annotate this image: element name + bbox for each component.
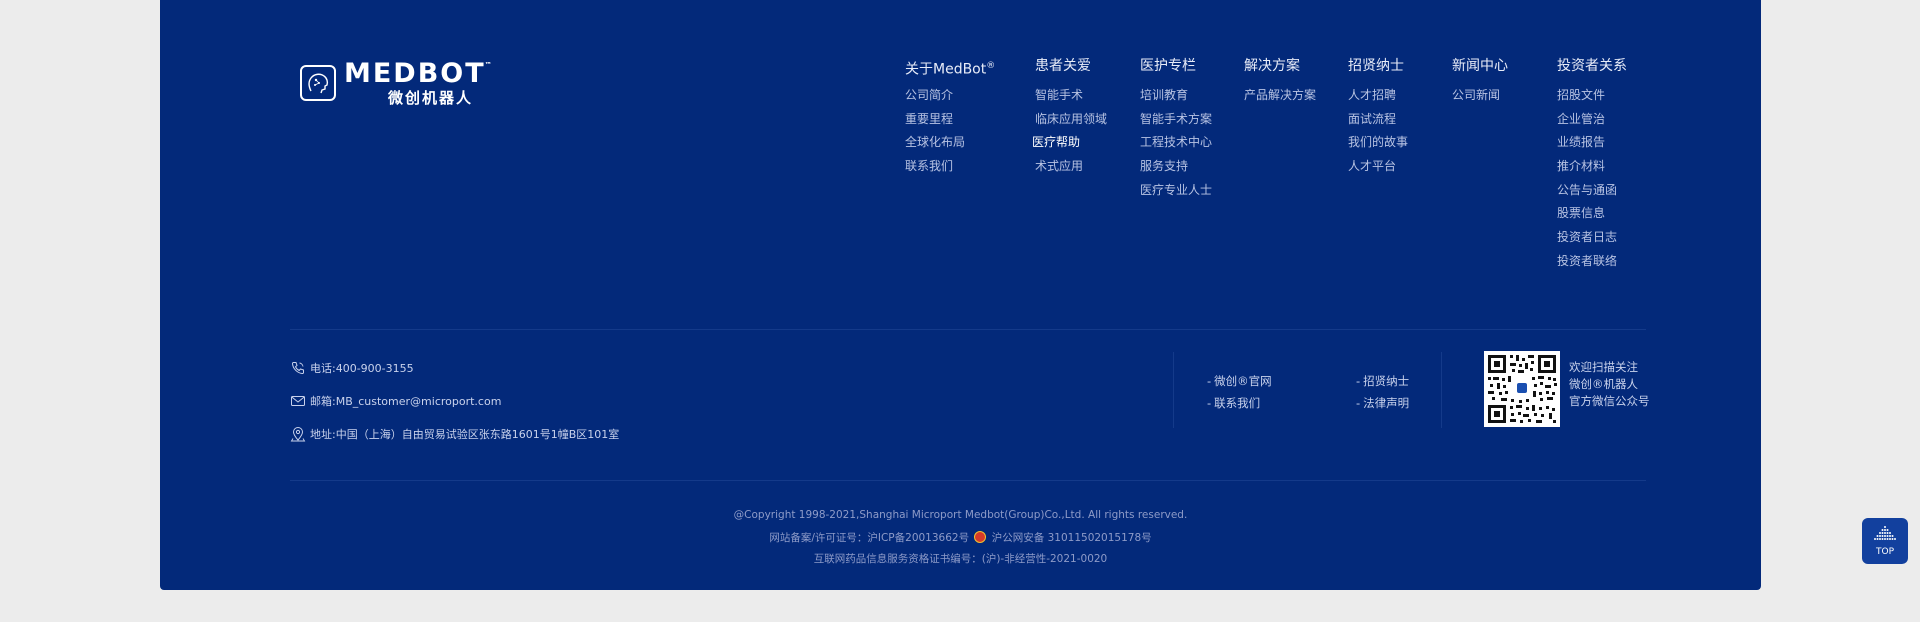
nav-title-news[interactable]: 新闻中心 — [1452, 56, 1508, 76]
nav-column-solutions: 解决方案 产品解决方案 — [1244, 56, 1316, 108]
nav-title-medical-staff[interactable]: 医护专栏 — [1140, 56, 1212, 76]
trademark-mark: ™ — [484, 61, 494, 69]
nav-column-news: 新闻中心 公司新闻 — [1452, 56, 1508, 108]
link-contact-us[interactable]: - 联系我们 — [1207, 395, 1260, 411]
qr-caption-line: 微创®机器人 — [1569, 377, 1638, 391]
nav-link[interactable]: 招股文件 — [1557, 84, 1627, 108]
nav-link-hovered[interactable]: 医疗帮助 — [1032, 131, 1107, 155]
nav-link[interactable]: 投资者日志 — [1557, 226, 1627, 250]
nav-title-patient-care[interactable]: 患者关爱 — [1035, 56, 1107, 76]
nav-link[interactable]: 临床应用领域 — [1035, 108, 1107, 132]
nav-link[interactable]: 公告与通函 — [1557, 179, 1627, 203]
nav-column-patient-care: 患者关爱 智能手术 临床应用领域 医疗帮助 术式应用 — [1032, 56, 1107, 179]
police-record-link[interactable]: 沪公网安备 31011502015178号 — [992, 532, 1152, 544]
icp-link[interactable]: 网站备案/许可证号：沪ICP备20013662号 — [769, 532, 969, 544]
nav-link[interactable]: 医疗专业人士 — [1140, 179, 1212, 203]
nav-link[interactable]: 术式应用 — [1035, 155, 1107, 179]
address-text: 地址:中国（上海）自由贸易试验区张东路1601号1幢B区101室 — [310, 428, 620, 441]
nav-column-medical-staff: 医护专栏 培训教育 智能手术方案 工程技术中心 服务支持 医疗专业人士 — [1140, 56, 1212, 202]
nav-link[interactable]: 产品解决方案 — [1244, 84, 1316, 108]
logo-wordmark: MEDBOT ™ — [344, 58, 494, 89]
nav-column-careers: 招贤纳士 人才招聘 面试流程 我们的故事 人才平台 — [1348, 56, 1408, 179]
nav-link[interactable]: 智能手术 — [1035, 84, 1107, 108]
nav-link[interactable]: 我们的故事 — [1348, 131, 1408, 155]
nav-title-investors[interactable]: 投资者关系 — [1557, 56, 1627, 76]
contact-email: 邮箱:MB_customer@microport.com — [290, 393, 501, 409]
nav-link[interactable]: 重要里程 — [905, 108, 995, 132]
contact-phone: 电话:400-900-3155 — [290, 360, 414, 376]
nav-title-solutions[interactable]: 解决方案 — [1244, 56, 1316, 76]
nav-link[interactable]: 业绩报告 — [1557, 131, 1627, 155]
qr-caption: 欢迎扫描关注 微创®机器人 官方微信公众号 — [1569, 359, 1650, 410]
top-label: TOP — [1875, 547, 1894, 557]
phone-icon — [291, 362, 304, 375]
link-recruit[interactable]: - 招贤纳士 — [1356, 373, 1409, 389]
footer-divider-bottom — [290, 480, 1646, 481]
nav-link[interactable]: 全球化布局 — [905, 131, 995, 155]
nav-link[interactable]: 人才平台 — [1348, 155, 1408, 179]
contact-address: 地址:中国（上海）自由贸易试验区张东路1601号1幢B区101室 — [290, 426, 619, 442]
link-legal[interactable]: - 法律声明 — [1356, 395, 1409, 411]
qr-caption-line: 官方微信公众号 — [1569, 394, 1650, 408]
nav-link[interactable]: 联系我们 — [905, 155, 995, 179]
link-official-site[interactable]: - 微创®官网 — [1207, 373, 1272, 389]
copyright-text: @Copyright 1998-2021,Shanghai Microport … — [733, 509, 1188, 521]
nav-link[interactable]: 企业管治 — [1557, 108, 1627, 132]
nav-title-careers[interactable]: 招贤纳士 — [1348, 56, 1408, 76]
nav-link[interactable]: 面试流程 — [1348, 108, 1408, 132]
nav-link[interactable]: 工程技术中心 — [1140, 131, 1212, 155]
dotted-arrow-up-icon — [1874, 526, 1896, 540]
nav-link[interactable]: 投资者联络 — [1557, 250, 1627, 274]
police-emblem-icon — [974, 531, 987, 543]
medbot-logo[interactable]: MEDBOT ™ 微创机器人 — [300, 58, 494, 107]
nav-link[interactable]: 公司简介 — [905, 84, 995, 108]
nav-link[interactable]: 服务支持 — [1140, 155, 1212, 179]
logo-chinese-name: 微创机器人 — [388, 89, 474, 107]
icp-registration: 网站备案/许可证号：沪ICP备20013662号 沪公网安备 310115020… — [160, 530, 1761, 545]
nav-link[interactable]: 推介材料 — [1557, 155, 1627, 179]
nav-column-about: 关于MedBot® 公司简介 重要里程 全球化布局 联系我们 — [905, 56, 995, 179]
wechat-qr-code — [1484, 351, 1560, 427]
email-text: 邮箱:MB_customer@microport.com — [310, 395, 502, 408]
nav-link[interactable]: 智能手术方案 — [1140, 108, 1212, 132]
nav-link[interactable]: 公司新闻 — [1452, 84, 1508, 108]
location-pin-icon — [290, 427, 306, 442]
nav-link[interactable]: 人才招聘 — [1348, 84, 1408, 108]
nav-title-about[interactable]: 关于MedBot® — [905, 56, 995, 78]
drug-info-license: 互联网药品信息服务资格证书编号：(沪)-非经营性-2021-0020 — [813, 553, 1108, 565]
nav-column-investors: 投资者关系 招股文件 企业管治 业绩报告 推介材料 公告与通函 股票信息 投资者… — [1557, 56, 1627, 274]
site-footer: MEDBOT ™ 微创机器人 关于MedBot® 公司简介 重要里程 全球化布局 … — [160, 0, 1908, 590]
nav-link[interactable]: 培训教育 — [1140, 84, 1212, 108]
footer-divider-right — [1441, 352, 1442, 428]
qr-caption-line: 欢迎扫描关注 — [1569, 360, 1638, 374]
mail-icon — [291, 396, 305, 406]
phone-text: 电话:400-900-3155 — [310, 362, 414, 375]
footer-divider-top — [290, 329, 1646, 330]
nav-link[interactable]: 股票信息 — [1557, 202, 1627, 226]
footer-divider-left — [1173, 352, 1174, 428]
head-logo-icon — [300, 65, 336, 101]
back-to-top-button[interactable]: TOP — [1862, 518, 1908, 564]
